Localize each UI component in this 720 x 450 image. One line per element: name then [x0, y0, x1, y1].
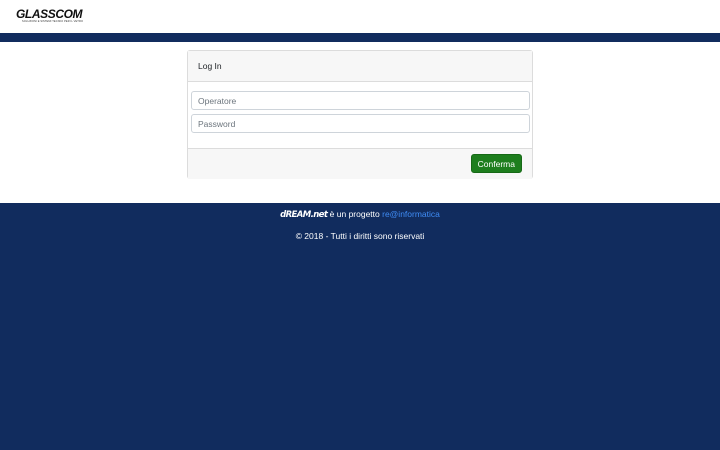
- login-card-body: [188, 82, 532, 148]
- login-title: Log In: [198, 61, 222, 71]
- confirm-button[interactable]: Conferma: [470, 154, 522, 173]
- password-input[interactable]: [191, 114, 530, 133]
- login-card-footer: Conferma: [188, 148, 532, 179]
- header-stripe: [0, 33, 720, 42]
- logo-text: GLASSCOM: [16, 7, 83, 21]
- dream-net-brand: dREAM.net: [280, 210, 328, 220]
- main-content: Log In Conferma: [0, 42, 720, 203]
- company-link[interactable]: re@informatica: [382, 209, 440, 219]
- logo-tagline: SOLUZIONI E SISTEMI TECNICI PER IL VETRO: [22, 20, 84, 23]
- top-bar: GLASSCOM SOLUZIONI E SISTEMI TECNICI PER…: [0, 0, 720, 33]
- page-footer: dREAM.net è un progetto re@informatica ©…: [0, 203, 720, 241]
- login-card: Log In Conferma: [187, 50, 533, 179]
- glasscom-logo[interactable]: GLASSCOM SOLUZIONI E SISTEMI TECNICI PER…: [16, 7, 92, 25]
- footer-project-text: è un progetto: [327, 209, 383, 219]
- operator-input[interactable]: [191, 91, 530, 110]
- footer-project-line: dREAM.net è un progetto re@informatica: [0, 209, 720, 220]
- footer-copyright: © 2018 - Tutti i diritti sono riservati: [295, 231, 425, 241]
- login-card-header: Log In: [188, 51, 532, 82]
